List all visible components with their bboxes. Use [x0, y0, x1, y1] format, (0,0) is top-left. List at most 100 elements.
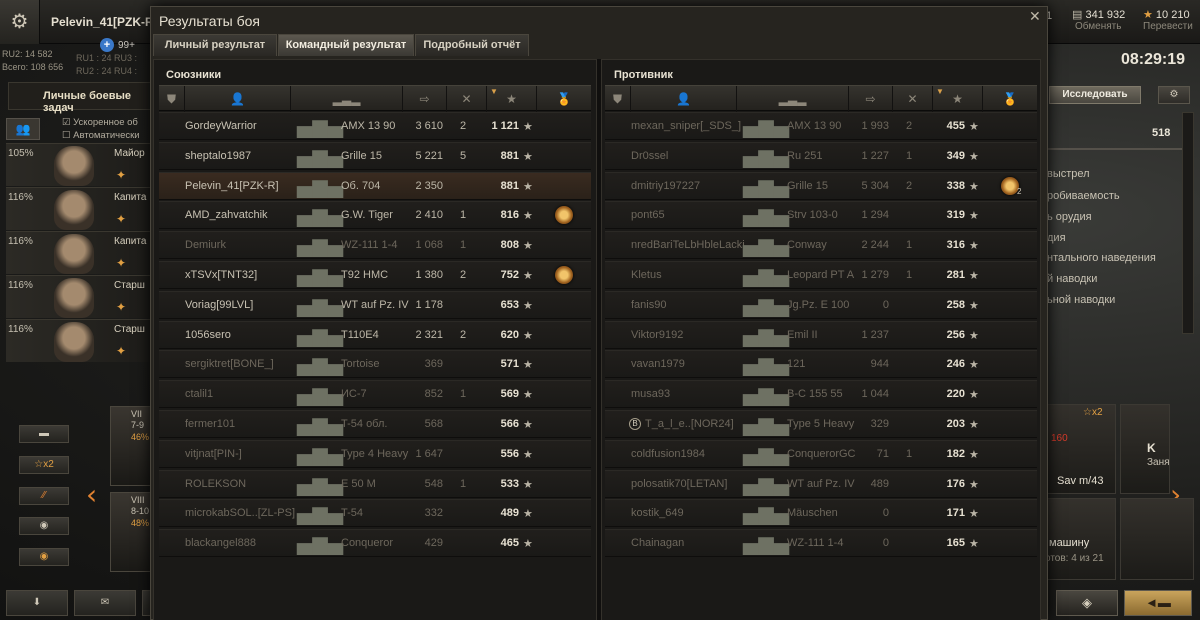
table-row[interactable]: B T_a_l_e..[NOR24] ▄▆▄ Type 5 Heavy 329 203 ★ — [605, 410, 1037, 438]
crew-member[interactable]: 116% Старш ✦ — [6, 275, 152, 318]
table-row[interactable]: Demiurk ▄▆▄ WZ-111 1-4 1 068 1 808 ★ — [159, 231, 591, 260]
table-row[interactable]: fanis90 ▄▆▄ Jg.Pz. E 100 0 258 ★ — [605, 290, 1037, 319]
table-row[interactable]: musa93 ▄▆▄ B-C 155 55 1 044 220 ★ — [605, 380, 1037, 409]
table-row[interactable]: ctalil1 ▄▆▄ ИС-7 852 1 569 ★ — [159, 380, 591, 409]
table-row[interactable]: Pelevin_41[PZK-R] ▄▆▄ Об. 704 2 350 881 ★ — [159, 171, 591, 200]
table-row[interactable]: Viktor9192 ▄▆▄ Emil II 1 237 256 ★ — [605, 320, 1037, 349]
premium-plus-icon[interactable]: + — [100, 38, 114, 52]
damage-col-icon[interactable]: ⇨ — [403, 86, 447, 112]
table-row[interactable]: coldfusion1984 ▄▆▄ ConquerorGC 71 1 182 ★ — [605, 439, 1037, 468]
table-row[interactable]: vitjnat[PIN-] ▄▆▄ Type 4 Heavy 1 647 556 ★ — [159, 439, 591, 468]
player-col-icon[interactable]: 👤 — [185, 86, 291, 112]
table-row[interactable]: sergiktret[BONE_] ▄▆▄ Tortoise 369 571 ★ — [159, 350, 591, 379]
vehicle-card[interactable]: ☆x2 160 Sav m/43 — [1046, 404, 1116, 494]
table-row[interactable]: ROLEKSON ▄▆▄ E 50 M 548 1 533 ★ — [159, 469, 591, 498]
table-row[interactable]: kostik_649 ▄▆▄ Mäuschen 0 171 ★ — [605, 499, 1037, 528]
player-col-icon[interactable]: 👤 — [631, 86, 737, 112]
crew-member[interactable]: 116% Старш ✦ — [6, 319, 152, 362]
player-name[interactable]: GordeyWarrior — [185, 120, 257, 132]
tab-team[interactable]: Командный результат — [278, 34, 414, 56]
table-row[interactable]: Voriag[99LVL] ▄▆▄ WT auf Pz. IV 1 178 653 ★ — [159, 290, 591, 319]
medal-col-icon[interactable]: 🏅 — [537, 86, 591, 112]
damage-col-icon[interactable]: ⇨ — [849, 86, 893, 112]
table-row[interactable]: Chainagan ▄▆▄ WZ-111 1-4 0 165 ★ — [605, 529, 1037, 558]
x2-filter-button[interactable]: ☆x2 — [19, 456, 69, 474]
close-icon[interactable]: ✕ — [1029, 9, 1041, 25]
crew-member[interactable]: 116% Капита ✦ — [6, 187, 152, 230]
table-row[interactable]: vavan1979 ▄▆▄ 121 944 246 ★ — [605, 350, 1037, 379]
player-name[interactable]: pont65 — [631, 209, 665, 221]
player-name[interactable]: Kletus — [631, 269, 662, 281]
vehicle-card-2[interactable]: K Заня — [1120, 404, 1170, 494]
player-name[interactable]: 1056sero — [185, 329, 231, 341]
horn-button[interactable]: ◄▬ — [1124, 590, 1192, 616]
eye-filter-button[interactable]: ◉ — [19, 517, 69, 535]
exchange-label[interactable]: Обменять — [1072, 21, 1125, 32]
table-row[interactable]: mexan_sniper[_SDS_] ▄▆▄ AMX 13 90 1 993 2 455… — [605, 112, 1037, 140]
tank-filter-button[interactable]: ▬ — [19, 425, 69, 443]
table-row[interactable]: pont65 ▄▆▄ Strv 103-0 1 294 319 ★ — [605, 201, 1037, 230]
carousel-left-icon[interactable]: ‹ — [86, 478, 97, 511]
tab-personal[interactable]: Личный результат — [153, 34, 277, 56]
player-name[interactable]: Voriag[99LVL] — [185, 299, 253, 311]
player-name[interactable]: blackangel888 — [185, 537, 256, 549]
table-row[interactable]: sheptalo1987 ▄▆▄ Grille 15 5 221 5 881 ★ — [159, 141, 591, 170]
player-name[interactable]: Chainagan — [631, 537, 684, 549]
player-name[interactable]: AMD_zahvatchik — [185, 209, 268, 221]
player-name[interactable]: Pelevin_41[PZK-R] — [51, 15, 158, 29]
vehicle-card-3[interactable] — [1120, 498, 1194, 580]
table-row[interactable]: microkabSOL..[ZL-PS] ▄▆▄ T-54 332 489 ★ — [159, 499, 591, 528]
player-name[interactable]: mexan_sniper[_SDS_] — [631, 120, 741, 132]
tank-card[interactable]: VII 7-9 46% — [110, 406, 154, 486]
player-name[interactable]: xTSVx[TNT32] — [185, 269, 257, 281]
table-row[interactable]: polosatik70[LETAN] ▄▆▄ WT auf Pz. IV 489 176… — [605, 469, 1037, 498]
table-row[interactable]: nredBariTeLbHbleLacki ▄▆▄ Conway 2 244 1 316 ★ — [605, 231, 1037, 260]
player-name[interactable]: ctalil1 — [185, 388, 213, 400]
player-name[interactable]: nredBariTeLbHbleLacki — [631, 239, 745, 251]
research-button[interactable]: Исследовать — [1049, 86, 1141, 104]
medal-col-icon[interactable]: 🏅 — [983, 86, 1037, 112]
player-name[interactable]: ROLEKSON — [185, 478, 246, 490]
player-name[interactable]: sheptalo1987 — [185, 150, 251, 162]
table-row[interactable]: Dr0ssel ▄▆▄ Ru 251 1 227 1 349 ★ — [605, 141, 1037, 170]
table-row[interactable]: dmitriy197227 ▄▆▄ Grille 15 5 304 2 338 ★ 2 — [605, 171, 1037, 200]
player-name[interactable]: coldfusion1984 — [631, 448, 705, 460]
player-name[interactable]: fanis90 — [631, 299, 666, 311]
player-name[interactable]: Pelevin_41[PZK-R] — [185, 180, 279, 192]
table-row[interactable]: 1056sero ▄▆▄ T110E4 2 321 2 620 ★ — [159, 320, 591, 349]
player-name[interactable]: Demiurk — [185, 239, 226, 251]
stats-scrollbar[interactable] — [1182, 112, 1194, 334]
stripe-filter-button[interactable]: ⁄⁄ — [19, 487, 69, 505]
crew-member[interactable]: 116% Капита ✦ — [6, 231, 152, 274]
gold-block[interactable]: ▤ 341 932 Обменять — [1072, 8, 1125, 32]
crew-member[interactable]: 105% Майор ✦ — [6, 143, 152, 186]
table-row[interactable]: xTSVx[TNT32] ▄▆▄ T92 HMC 1 380 2 752 ★ — [159, 261, 591, 289]
modules-button[interactable]: ⚙ — [1158, 86, 1190, 104]
transfer-label[interactable]: Перевести — [1143, 21, 1193, 32]
vehicle-col-icon[interactable]: ▂▃▂ — [737, 86, 849, 112]
player-name[interactable]: microkabSOL..[ZL-PS] — [185, 507, 295, 519]
settings-gear-icon[interactable]: ⚙ — [0, 0, 40, 44]
medal-icon[interactable] — [555, 206, 573, 225]
option-accelerated[interactable]: ☑ Ускоренное об — [62, 116, 140, 129]
tab-detailed[interactable]: Подробный отчёт — [415, 34, 529, 56]
medal-icon[interactable] — [555, 266, 573, 284]
player-name[interactable]: kostik_649 — [631, 507, 684, 519]
table-row[interactable]: fermer101 ▄▆▄ T-54 обл. 568 566 ★ — [159, 410, 591, 438]
personal-missions-button[interactable]: Личные боевые задач — [8, 82, 154, 114]
squad-col-icon[interactable]: ⛊ — [159, 86, 185, 112]
player-name[interactable]: Viktor9192 — [631, 329, 683, 341]
player-name[interactable]: fermer101 — [185, 418, 235, 430]
vehicle-col-icon[interactable]: ▂▃▂ — [291, 86, 403, 112]
player-name[interactable]: sergiktret[BONE_] — [185, 358, 274, 370]
compare-button[interactable]: ◈ — [1056, 590, 1118, 616]
table-row[interactable]: AMD_zahvatchik ▄▆▄ G.W. Tiger 2 410 1 816 ★ — [159, 201, 591, 230]
kills-col-icon[interactable]: ✕ — [893, 86, 933, 112]
player-name[interactable]: Dr0ssel — [631, 150, 668, 162]
kills-col-icon[interactable]: ✕ — [447, 86, 487, 112]
squad-col-icon[interactable]: ⛊ — [605, 86, 631, 112]
credits-block[interactable]: ★ 10 210 Перевести — [1143, 8, 1193, 32]
download-button[interactable]: ⬇ — [6, 590, 68, 616]
table-row[interactable]: blackangel888 ▄▆▄ Conqueror 429 465 ★ — [159, 529, 591, 558]
player-name[interactable]: polosatik70[LETAN] — [631, 478, 727, 490]
